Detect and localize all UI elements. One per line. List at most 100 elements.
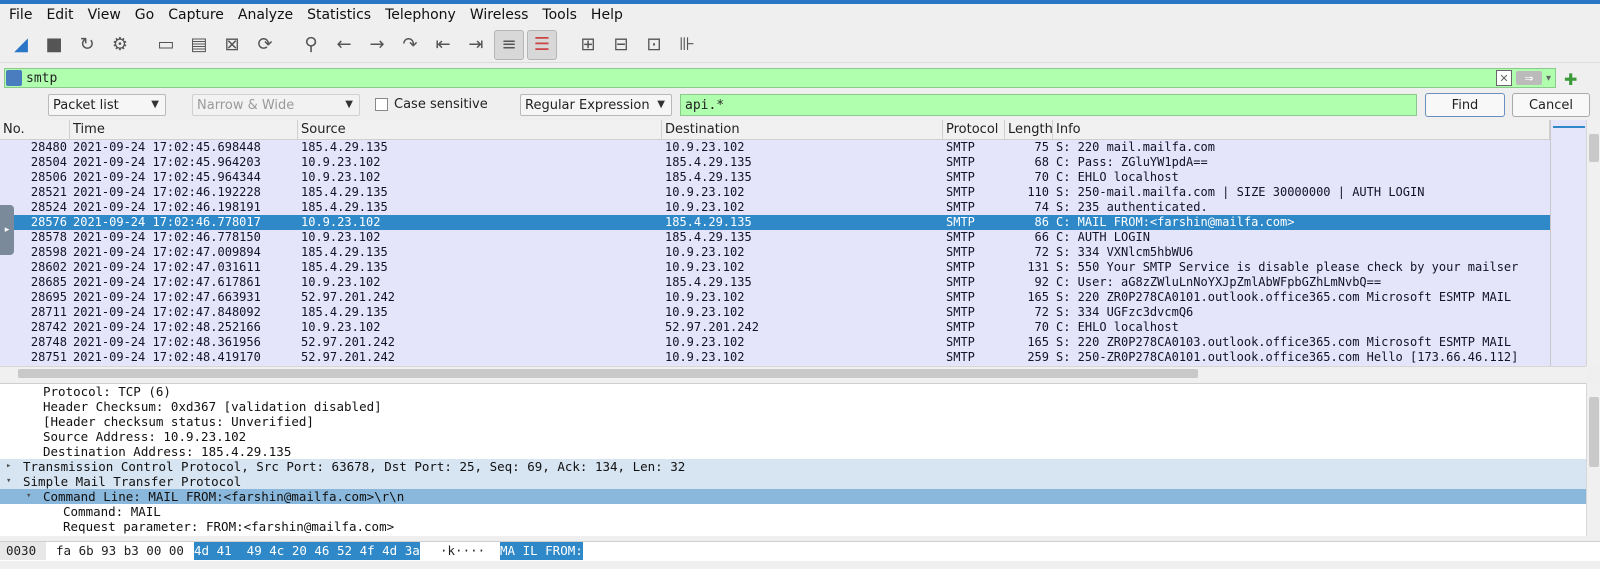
search-type-select[interactable]: Regular Expression ▼ xyxy=(520,94,672,116)
resize-columns-icon[interactable]: ⊪ xyxy=(672,30,702,60)
expanded-arrow-icon[interactable]: ▾ xyxy=(26,489,31,504)
detail-tree-item[interactable]: Header Checksum: 0xd367 [validation disa… xyxy=(0,399,1586,414)
table-row[interactable]: 28521 2021-09-24 17:02:46.192228 185.4.29.… xyxy=(0,185,1550,200)
last-packet-icon[interactable]: ⇥ xyxy=(461,30,491,60)
go-to-packet-icon[interactable]: ↷ xyxy=(395,30,425,60)
open-folder-icon[interactable]: ▭ xyxy=(151,30,181,60)
display-filter-bar[interactable]: smtp ✕ ⇒ ▾ xyxy=(4,68,1556,88)
related-packets-tab-icon[interactable]: ▸ xyxy=(0,205,14,255)
cell-length: 70 xyxy=(1034,170,1049,184)
table-row[interactable]: 28751 2021-09-24 17:02:48.419170 52.97.201… xyxy=(0,350,1550,365)
zoom-in-icon[interactable]: ⊞ xyxy=(573,30,603,60)
column-info[interactable]: Info xyxy=(1053,120,1550,139)
packet-details-tree[interactable]: Protocol: TCP (6) Header Checksum: 0xd367… xyxy=(0,383,1586,536)
packet-bytes-pane[interactable]: 0030 fa 6b 93 b3 00 00 4d 41 49 4c 20 46… xyxy=(0,541,1600,561)
packet-list-minimap[interactable] xyxy=(1550,120,1586,366)
first-packet-icon[interactable]: ⇤ xyxy=(428,30,458,60)
table-row[interactable]: 28742 2021-09-24 17:02:48.252166 10.9.23.1… xyxy=(0,320,1550,335)
find-button[interactable]: Find xyxy=(1425,93,1505,117)
table-row[interactable]: 28602 2021-09-24 17:02:47.031611 185.4.29.… xyxy=(0,260,1550,275)
menu-view[interactable]: View xyxy=(81,7,128,23)
scrollbar-thumb[interactable] xyxy=(18,369,1198,378)
scrollbar-thumb[interactable] xyxy=(1589,397,1599,467)
bytes-hex[interactable]: fa 6b 93 b3 00 00 xyxy=(56,542,184,560)
detail-tree-item[interactable]: ▸ Transmission Control Protocol, Src Port… xyxy=(0,459,1586,474)
detail-tree-item[interactable]: [Header checksum status: Unverified] xyxy=(0,414,1586,429)
column-source[interactable]: Source xyxy=(298,120,662,139)
recent-filters-dropdown-icon[interactable]: ▾ xyxy=(1546,73,1551,84)
bytes-ascii-selected[interactable]: MA IL FROM: xyxy=(500,542,583,560)
menu-wireless[interactable]: Wireless xyxy=(463,7,536,23)
zoom-out-icon[interactable]: ⊟ xyxy=(606,30,636,60)
table-row[interactable]: 28506 2021-09-24 17:02:45.964344 10.9.23.1… xyxy=(0,170,1550,185)
cell-time: 2021-09-24 17:02:47.009894 xyxy=(73,245,261,259)
detail-tree-item[interactable]: Source Address: 10.9.23.102 xyxy=(0,429,1586,444)
table-row-selected[interactable]: 28576 2021-09-24 17:02:46.778017 10.9.23.1… xyxy=(0,215,1550,230)
cell-length: 165 xyxy=(1027,335,1049,349)
detail-tree-item-label: Protocol: TCP (6) xyxy=(43,384,171,399)
packet-list[interactable]: 28480 2021-09-24 17:02:45.698448 185.4.29.… xyxy=(0,140,1550,366)
autoscroll-icon[interactable]: ≡ xyxy=(494,29,524,60)
search-in-select[interactable]: Packet list ▼ xyxy=(48,94,166,116)
table-row[interactable]: 28480 2021-09-24 17:02:45.698448 185.4.29.… xyxy=(0,140,1550,155)
forward-arrow-icon[interactable]: → xyxy=(362,30,392,60)
table-row[interactable]: 28524 2021-09-24 17:02:46.198191 185.4.29.… xyxy=(0,200,1550,215)
stop-icon[interactable]: ■ xyxy=(39,30,69,60)
cell-length: 66 xyxy=(1034,230,1049,244)
menu-statistics[interactable]: Statistics xyxy=(300,7,378,23)
find-input[interactable]: api.* xyxy=(680,94,1417,116)
column-no[interactable]: No. xyxy=(0,120,70,139)
cell-no: 28504 xyxy=(30,155,67,169)
search-icon[interactable]: ⚲ xyxy=(296,30,326,60)
menu-telephony[interactable]: Telephony xyxy=(378,7,463,23)
table-row[interactable]: 28598 2021-09-24 17:02:47.009894 185.4.29.… xyxy=(0,245,1550,260)
cancel-button[interactable]: Cancel xyxy=(1512,93,1590,117)
collapsed-arrow-icon[interactable]: ▸ xyxy=(6,459,11,474)
table-row[interactable]: 28695 2021-09-24 17:02:47.663931 52.97.201… xyxy=(0,290,1550,305)
table-row[interactable]: 28578 2021-09-24 17:02:46.778150 10.9.23.1… xyxy=(0,230,1550,245)
bookmark-icon[interactable] xyxy=(6,70,22,86)
restart-icon[interactable]: ↻ xyxy=(72,30,102,60)
packet-list-vertical-scrollbar[interactable] xyxy=(1586,120,1600,366)
table-row[interactable]: 28685 2021-09-24 17:02:47.617861 10.9.23.1… xyxy=(0,275,1550,290)
detail-tree-item[interactable]: ▾ Simple Mail Transfer Protocol xyxy=(0,474,1586,489)
scrollbar-thumb[interactable] xyxy=(1589,134,1599,162)
back-arrow-icon[interactable]: ← xyxy=(329,30,359,60)
menu-help[interactable]: Help xyxy=(584,7,630,23)
apply-filter-icon[interactable]: ⇒ xyxy=(1515,71,1542,85)
add-filter-button-icon[interactable]: ✚ xyxy=(1564,70,1577,89)
table-row[interactable]: 28504 2021-09-24 17:02:45.964203 10.9.23.1… xyxy=(0,155,1550,170)
detail-tree-item[interactable]: Destination Address: 185.4.29.135 xyxy=(0,444,1586,459)
column-protocol[interactable]: Protocol xyxy=(943,120,1005,139)
column-time[interactable]: Time xyxy=(70,120,298,139)
packet-details-scrollbar[interactable] xyxy=(1586,383,1600,536)
reload-icon[interactable]: ⟳ xyxy=(250,30,280,60)
menu-edit[interactable]: Edit xyxy=(39,7,80,23)
detail-tree-item[interactable]: Command: MAIL xyxy=(0,504,1586,519)
table-row[interactable]: 28711 2021-09-24 17:02:47.848092 185.4.29.… xyxy=(0,305,1550,320)
column-destination[interactable]: Destination xyxy=(662,120,943,139)
detail-tree-item[interactable]: Protocol: TCP (6) xyxy=(0,384,1586,399)
close-file-icon[interactable]: ⊠ xyxy=(217,30,247,60)
column-length[interactable]: Length xyxy=(1005,120,1053,139)
bytes-hex-selected[interactable]: 4d 41 49 4c 20 46 52 4f 4d 3a xyxy=(194,542,420,560)
table-row[interactable]: 28748 2021-09-24 17:02:48.361956 52.97.201… xyxy=(0,335,1550,350)
menu-go[interactable]: Go xyxy=(128,7,161,23)
bytes-ascii[interactable]: ·k···· xyxy=(440,542,485,560)
case-sensitive-checkbox[interactable] xyxy=(375,98,388,111)
expanded-arrow-icon[interactable]: ▾ xyxy=(6,474,11,489)
detail-tree-item[interactable]: ▾ Command Line: MAIL FROM:<farshin@mailfa… xyxy=(0,489,1586,504)
detail-tree-item[interactable]: Request parameter: FROM:<farshin@mailfa.… xyxy=(0,519,1586,534)
file-icon[interactable]: ▤ xyxy=(184,30,214,60)
normal-size-icon[interactable]: ⊡ xyxy=(639,30,669,60)
menu-capture[interactable]: Capture xyxy=(161,7,231,23)
packet-list-horizontal-scrollbar[interactable] xyxy=(0,366,1586,380)
options-gear-icon[interactable]: ⚙ xyxy=(105,30,135,60)
display-filter-input[interactable]: smtp xyxy=(26,71,1496,86)
menu-file[interactable]: File xyxy=(2,7,39,23)
colorize-icon[interactable]: ☰ xyxy=(527,29,557,60)
menu-analyze[interactable]: Analyze xyxy=(231,7,300,23)
shark-fin-icon[interactable]: ◢ xyxy=(6,30,36,60)
menu-tools[interactable]: Tools xyxy=(535,7,584,23)
clear-filter-icon[interactable]: ✕ xyxy=(1495,70,1512,86)
